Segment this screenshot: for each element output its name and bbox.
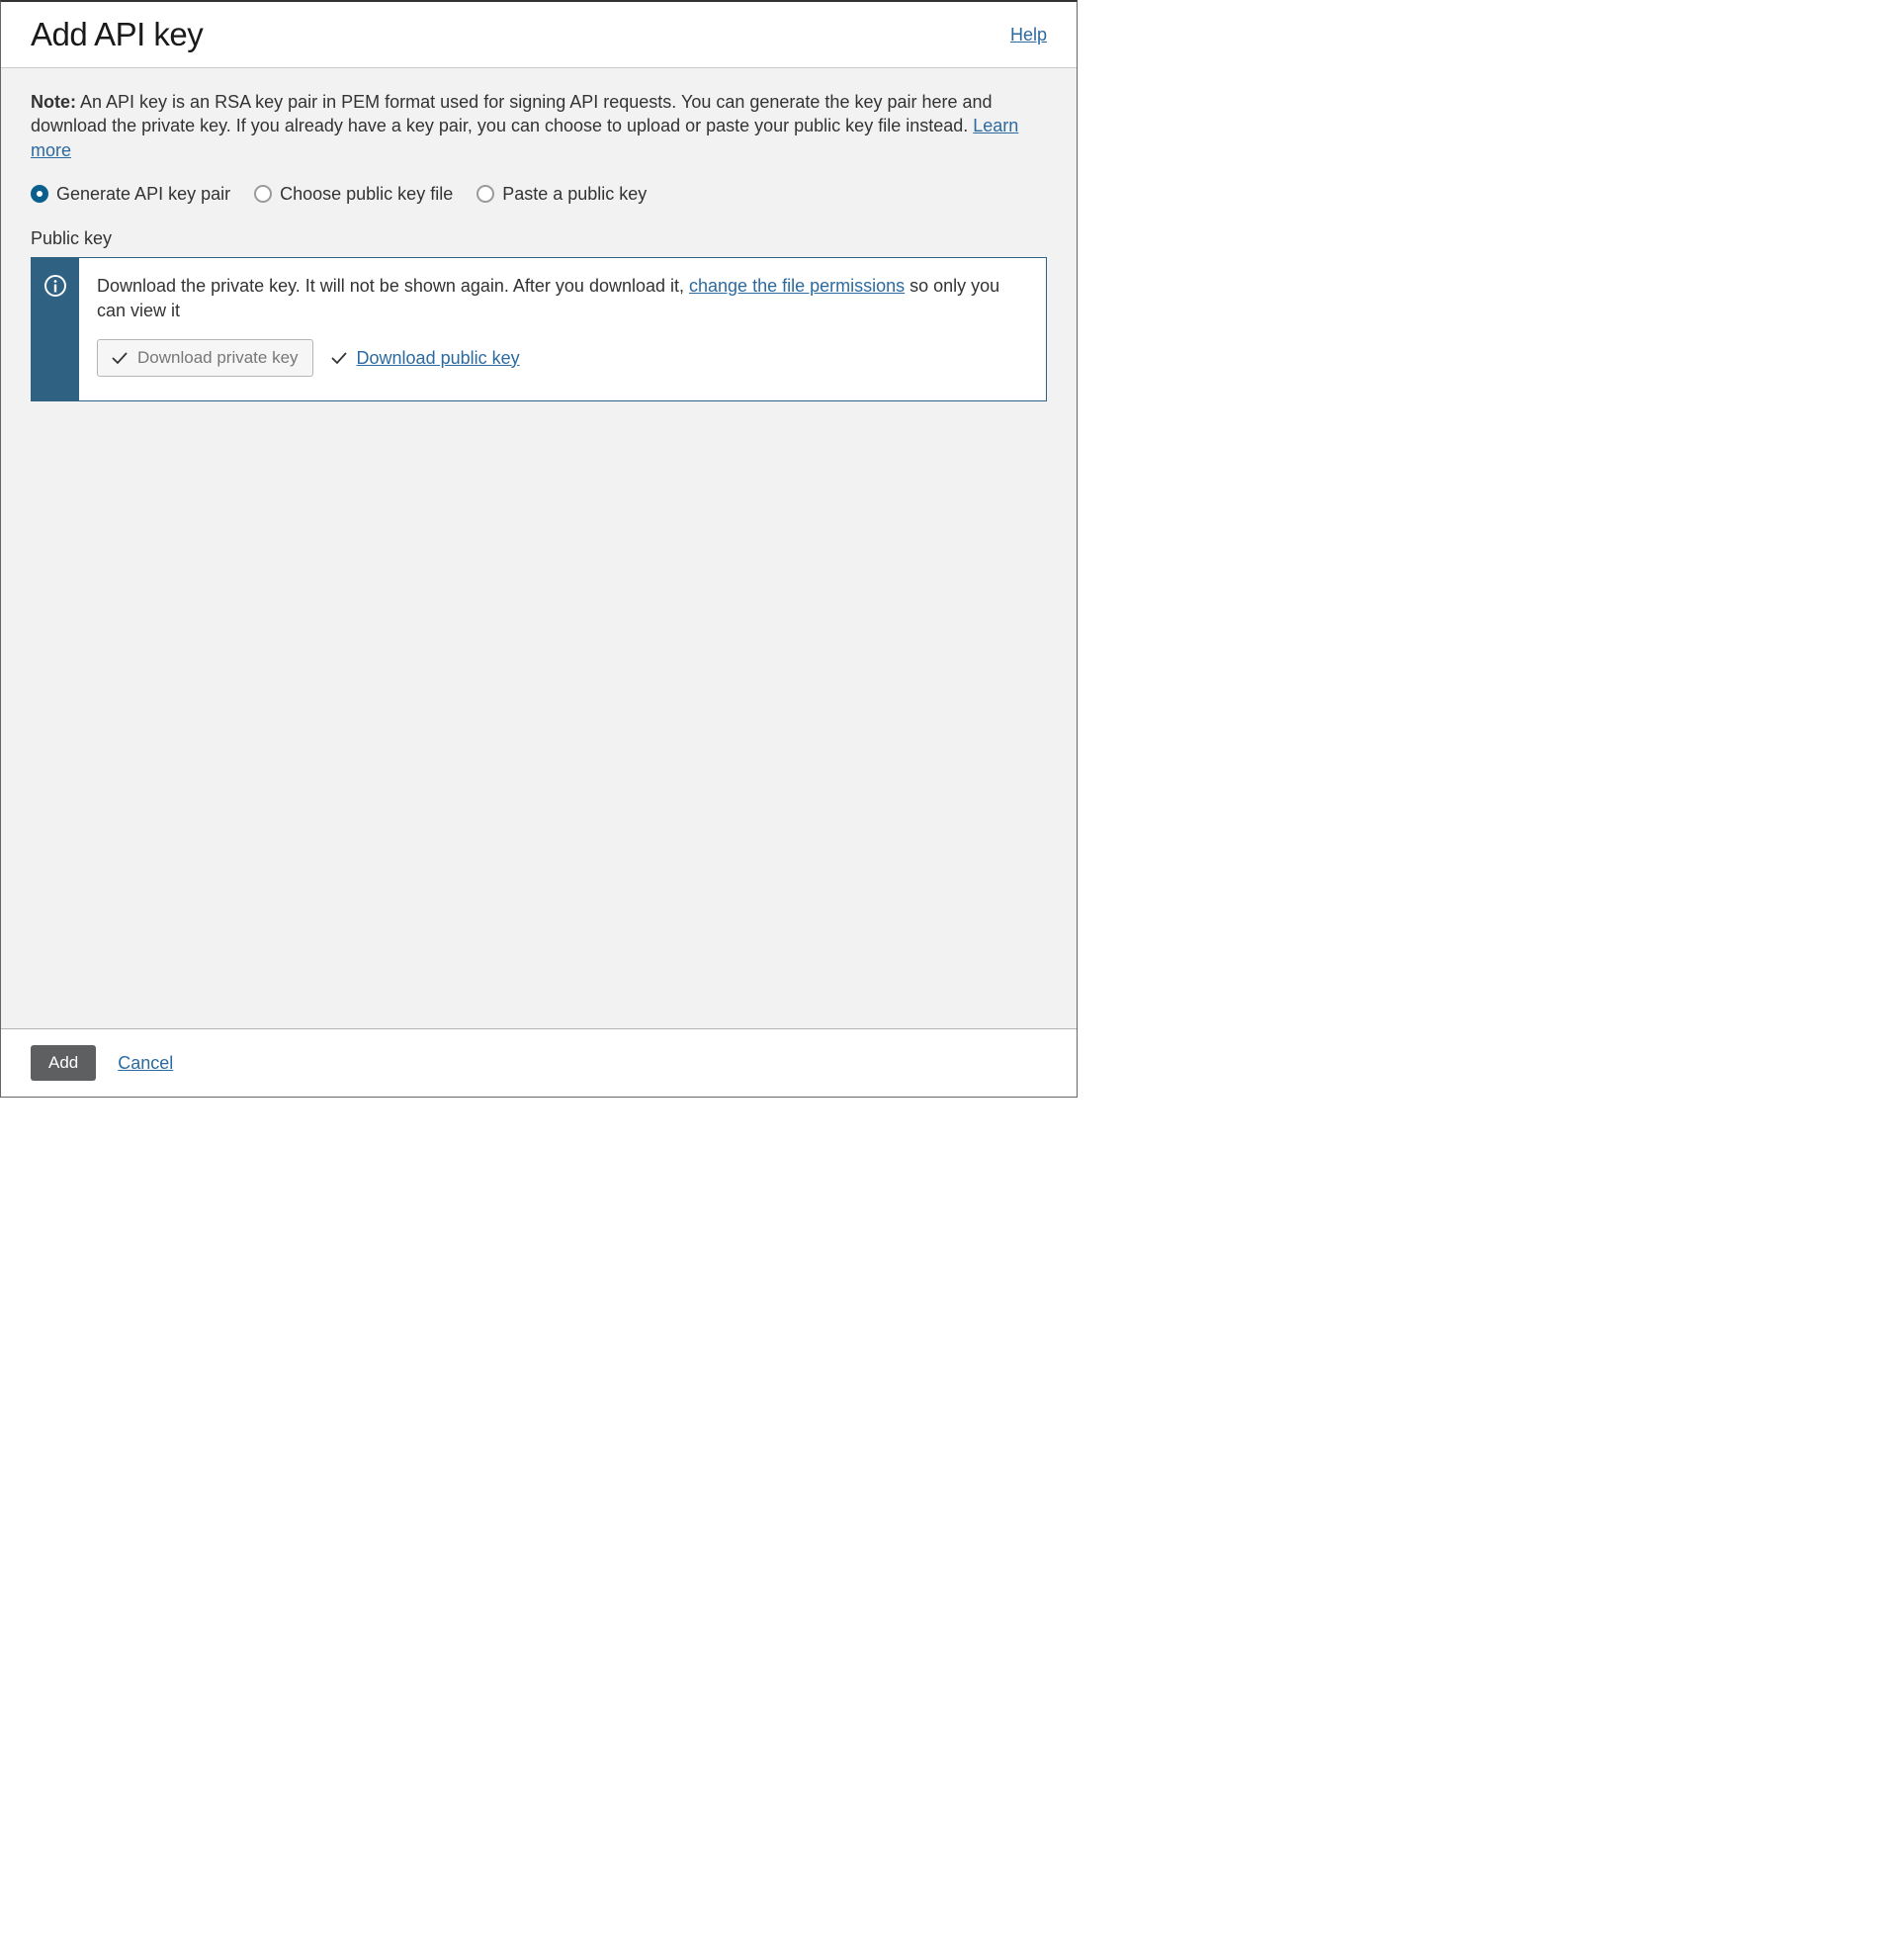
public-key-label: Public key <box>31 228 1047 249</box>
download-public-key-link[interactable]: Download public key <box>357 348 520 369</box>
radio-label: Choose public key file <box>280 184 453 205</box>
info-icon <box>43 274 67 298</box>
note-label: Note: <box>31 92 76 112</box>
radio-icon <box>476 185 494 203</box>
cancel-link[interactable]: Cancel <box>118 1053 173 1074</box>
radio-choose[interactable]: Choose public key file <box>254 184 453 205</box>
page-title: Add API key <box>31 16 203 53</box>
info-box: Download the private key. It will not be… <box>31 257 1047 401</box>
radio-icon <box>31 185 48 203</box>
note-paragraph: Note: An API key is an RSA key pair in P… <box>31 90 1047 162</box>
check-icon <box>331 351 347 365</box>
info-text-before: Download the private key. It will not be… <box>97 276 689 296</box>
info-stripe <box>32 258 79 400</box>
note-body: An API key is an RSA key pair in PEM for… <box>31 92 993 135</box>
radio-generate[interactable]: Generate API key pair <box>31 184 230 205</box>
radio-paste[interactable]: Paste a public key <box>476 184 647 205</box>
radio-icon <box>254 185 272 203</box>
download-public-wrap: Download public key <box>331 348 520 369</box>
check-icon <box>112 351 128 365</box>
change-permissions-link[interactable]: change the file permissions <box>689 276 905 296</box>
add-button[interactable]: Add <box>31 1045 96 1081</box>
radio-group: Generate API key pair Choose public key … <box>31 184 1047 205</box>
download-private-label: Download private key <box>137 348 299 368</box>
radio-label: Generate API key pair <box>56 184 230 205</box>
radio-label: Paste a public key <box>502 184 647 205</box>
download-private-key-button[interactable]: Download private key <box>97 339 313 377</box>
help-link[interactable]: Help <box>1010 25 1047 45</box>
info-text: Download the private key. It will not be… <box>97 274 1028 323</box>
